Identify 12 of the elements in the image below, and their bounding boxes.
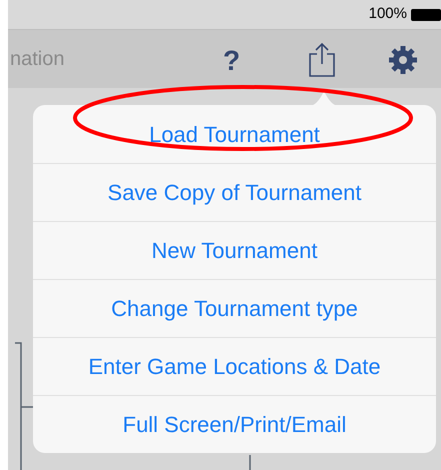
battery-icon bbox=[411, 8, 441, 20]
battery-percentage: 100% bbox=[368, 4, 407, 24]
settings-icon[interactable] bbox=[388, 45, 418, 75]
share-icon[interactable] bbox=[308, 42, 336, 78]
menu-item[interactable]: Change Tournament type bbox=[33, 279, 436, 337]
menu-item[interactable]: Save Copy of Tournament bbox=[33, 163, 436, 221]
menu-item[interactable]: Enter Game Locations & Date bbox=[33, 337, 436, 395]
nav-title: nation bbox=[10, 47, 64, 72]
menu-item[interactable]: Full Screen/Print/Email bbox=[33, 395, 436, 453]
menu-item[interactable]: New Tournament bbox=[33, 221, 436, 279]
menu-item[interactable]: Load Tournament bbox=[33, 105, 436, 163]
help-button[interactable]: ? bbox=[223, 40, 240, 82]
